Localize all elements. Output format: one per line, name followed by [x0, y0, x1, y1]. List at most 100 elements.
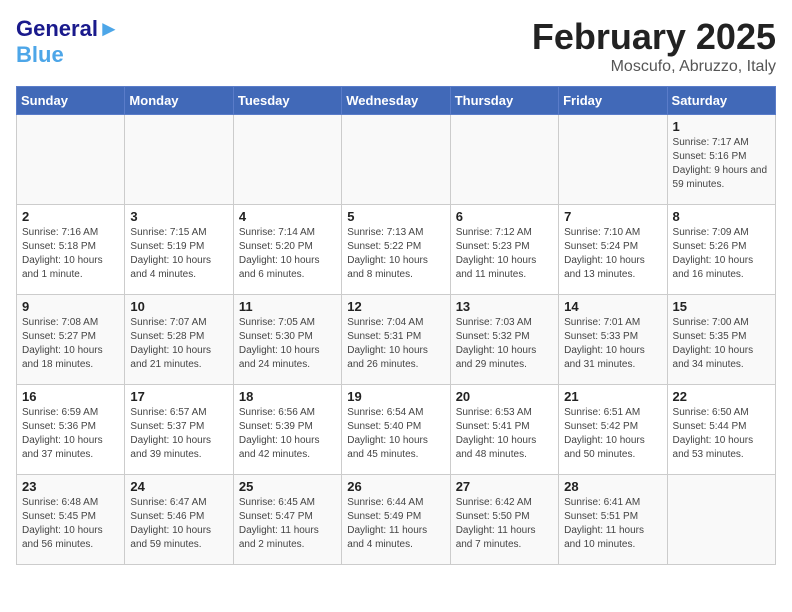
day-info: Sunrise: 6:47 AM Sunset: 5:46 PM Dayligh…: [130, 496, 227, 552]
day-info: Sunrise: 6:41 AM Sunset: 5:51 PM Dayligh…: [564, 496, 661, 552]
day-number: 1: [673, 119, 770, 134]
weekday-header-row: SundayMondayTuesdayWednesdayThursdayFrid…: [17, 87, 776, 115]
day-number: 8: [673, 209, 770, 224]
day-number: 19: [347, 389, 444, 404]
day-info: Sunrise: 6:51 AM Sunset: 5:42 PM Dayligh…: [564, 406, 661, 462]
calendar-week-3: 9 Sunrise: 7:08 AM Sunset: 5:27 PM Daylig…: [17, 295, 776, 385]
day-number: 21: [564, 389, 661, 404]
calendar-cell: 7 Sunrise: 7:10 AM Sunset: 5:24 PM Daylig…: [559, 205, 667, 295]
calendar-cell: 6 Sunrise: 7:12 AM Sunset: 5:23 PM Daylig…: [450, 205, 558, 295]
calendar-cell: 11Sunrise: 7:05 AM Sunset: 5:30 PM Dayli…: [233, 295, 341, 385]
day-number: 20: [456, 389, 553, 404]
day-info: Sunrise: 6:56 AM Sunset: 5:39 PM Dayligh…: [239, 406, 336, 462]
day-number: 3: [130, 209, 227, 224]
title-block: February 2025 Moscufo, Abruzzo, Italy: [532, 16, 776, 76]
day-info: Sunrise: 7:05 AM Sunset: 5:30 PM Dayligh…: [239, 316, 336, 372]
weekday-header-sunday: Sunday: [17, 87, 125, 115]
calendar-cell: [17, 115, 125, 205]
calendar-cell: 24 Sunrise: 6:47 AM Sunset: 5:46 PM Dayli…: [125, 475, 233, 565]
calendar-cell: [125, 115, 233, 205]
day-number: 28: [564, 479, 661, 494]
day-number: 22: [673, 389, 770, 404]
day-number: 23: [22, 479, 119, 494]
day-info: Sunrise: 7:04 AM Sunset: 5:31 PM Dayligh…: [347, 316, 444, 372]
day-info: Sunrise: 6:48 AM Sunset: 5:45 PM Dayligh…: [22, 496, 119, 552]
weekday-header-friday: Friday: [559, 87, 667, 115]
day-info: Sunrise: 7:16 AM Sunset: 5:18 PM Dayligh…: [22, 226, 119, 282]
day-number: 16: [22, 389, 119, 404]
day-number: 27: [456, 479, 553, 494]
day-number: 14: [564, 299, 661, 314]
calendar-week-2: 2 Sunrise: 7:16 AM Sunset: 5:18 PM Daylig…: [17, 205, 776, 295]
calendar-cell: 28 Sunrise: 6:41 AM Sunset: 5:51 PM Dayli…: [559, 475, 667, 565]
calendar-cell: [233, 115, 341, 205]
calendar-cell: [342, 115, 450, 205]
day-info: Sunrise: 7:14 AM Sunset: 5:20 PM Dayligh…: [239, 226, 336, 282]
weekday-header-tuesday: Tuesday: [233, 87, 341, 115]
day-number: 15: [673, 299, 770, 314]
calendar-cell: 2 Sunrise: 7:16 AM Sunset: 5:18 PM Daylig…: [17, 205, 125, 295]
day-info: Sunrise: 6:59 AM Sunset: 5:36 PM Dayligh…: [22, 406, 119, 462]
day-info: Sunrise: 6:54 AM Sunset: 5:40 PM Dayligh…: [347, 406, 444, 462]
day-number: 13: [456, 299, 553, 314]
day-info: Sunrise: 7:15 AM Sunset: 5:19 PM Dayligh…: [130, 226, 227, 282]
day-number: 12: [347, 299, 444, 314]
calendar-cell: 3 Sunrise: 7:15 AM Sunset: 5:19 PM Daylig…: [125, 205, 233, 295]
day-number: 6: [456, 209, 553, 224]
calendar-cell: [667, 475, 775, 565]
day-number: 26: [347, 479, 444, 494]
calendar-cell: 14 Sunrise: 7:01 AM Sunset: 5:33 PM Dayli…: [559, 295, 667, 385]
calendar-cell: 19 Sunrise: 6:54 AM Sunset: 5:40 PM Dayli…: [342, 385, 450, 475]
day-info: Sunrise: 7:10 AM Sunset: 5:24 PM Dayligh…: [564, 226, 661, 282]
day-info: Sunrise: 6:53 AM Sunset: 5:41 PM Dayligh…: [456, 406, 553, 462]
day-info: Sunrise: 7:03 AM Sunset: 5:32 PM Dayligh…: [456, 316, 553, 372]
day-number: 17: [130, 389, 227, 404]
calendar-cell: 17 Sunrise: 6:57 AM Sunset: 5:37 PM Dayli…: [125, 385, 233, 475]
day-number: 4: [239, 209, 336, 224]
page-header: General► Blue February 2025 Moscufo, Abr…: [16, 16, 776, 76]
day-info: Sunrise: 7:13 AM Sunset: 5:22 PM Dayligh…: [347, 226, 444, 282]
calendar-cell: 25 Sunrise: 6:45 AM Sunset: 5:47 PM Dayli…: [233, 475, 341, 565]
logo: General► Blue: [16, 16, 120, 68]
day-number: 24: [130, 479, 227, 494]
day-info: Sunrise: 7:00 AM Sunset: 5:35 PM Dayligh…: [673, 316, 770, 372]
calendar-week-5: 23 Sunrise: 6:48 AM Sunset: 5:45 PM Dayli…: [17, 475, 776, 565]
calendar-table: SundayMondayTuesdayWednesdayThursdayFrid…: [16, 86, 776, 565]
day-number: 18: [239, 389, 336, 404]
day-number: 9: [22, 299, 119, 314]
day-number: 5: [347, 209, 444, 224]
day-info: Sunrise: 7:17 AM Sunset: 5:16 PM Dayligh…: [673, 136, 770, 192]
calendar-cell: 18 Sunrise: 6:56 AM Sunset: 5:39 PM Dayli…: [233, 385, 341, 475]
day-info: Sunrise: 7:08 AM Sunset: 5:27 PM Dayligh…: [22, 316, 119, 372]
calendar-cell: 5 Sunrise: 7:13 AM Sunset: 5:22 PM Daylig…: [342, 205, 450, 295]
calendar-week-1: 1 Sunrise: 7:17 AM Sunset: 5:16 PM Daylig…: [17, 115, 776, 205]
month-year-title: February 2025: [532, 16, 776, 58]
calendar-cell: 10Sunrise: 7:07 AM Sunset: 5:28 PM Dayli…: [125, 295, 233, 385]
weekday-header-saturday: Saturday: [667, 87, 775, 115]
weekday-header-wednesday: Wednesday: [342, 87, 450, 115]
calendar-cell: 20 Sunrise: 6:53 AM Sunset: 5:41 PM Dayli…: [450, 385, 558, 475]
day-info: Sunrise: 7:09 AM Sunset: 5:26 PM Dayligh…: [673, 226, 770, 282]
logo-text: General► Blue: [16, 16, 120, 68]
weekday-header-thursday: Thursday: [450, 87, 558, 115]
day-info: Sunrise: 7:07 AM Sunset: 5:28 PM Dayligh…: [130, 316, 227, 372]
day-info: Sunrise: 7:12 AM Sunset: 5:23 PM Dayligh…: [456, 226, 553, 282]
calendar-cell: 23 Sunrise: 6:48 AM Sunset: 5:45 PM Dayli…: [17, 475, 125, 565]
calendar-cell: 8 Sunrise: 7:09 AM Sunset: 5:26 PM Daylig…: [667, 205, 775, 295]
calendar-cell: 9 Sunrise: 7:08 AM Sunset: 5:27 PM Daylig…: [17, 295, 125, 385]
calendar-cell: 27Sunrise: 6:42 AM Sunset: 5:50 PM Dayli…: [450, 475, 558, 565]
day-info: Sunrise: 7:01 AM Sunset: 5:33 PM Dayligh…: [564, 316, 661, 372]
day-number: 25: [239, 479, 336, 494]
calendar-cell: 4 Sunrise: 7:14 AM Sunset: 5:20 PM Daylig…: [233, 205, 341, 295]
calendar-cell: 26 Sunrise: 6:44 AM Sunset: 5:49 PM Dayli…: [342, 475, 450, 565]
day-info: Sunrise: 6:45 AM Sunset: 5:47 PM Dayligh…: [239, 496, 336, 552]
weekday-header-monday: Monday: [125, 87, 233, 115]
location-subtitle: Moscufo, Abruzzo, Italy: [532, 58, 776, 76]
day-info: Sunrise: 6:57 AM Sunset: 5:37 PM Dayligh…: [130, 406, 227, 462]
day-number: 7: [564, 209, 661, 224]
calendar-cell: 15 Sunrise: 7:00 AM Sunset: 5:35 PM Dayli…: [667, 295, 775, 385]
calendar-cell: 12 Sunrise: 7:04 AM Sunset: 5:31 PM Dayli…: [342, 295, 450, 385]
day-number: 2: [22, 209, 119, 224]
day-info: Sunrise: 6:44 AM Sunset: 5:49 PM Dayligh…: [347, 496, 444, 552]
calendar-cell: [450, 115, 558, 205]
